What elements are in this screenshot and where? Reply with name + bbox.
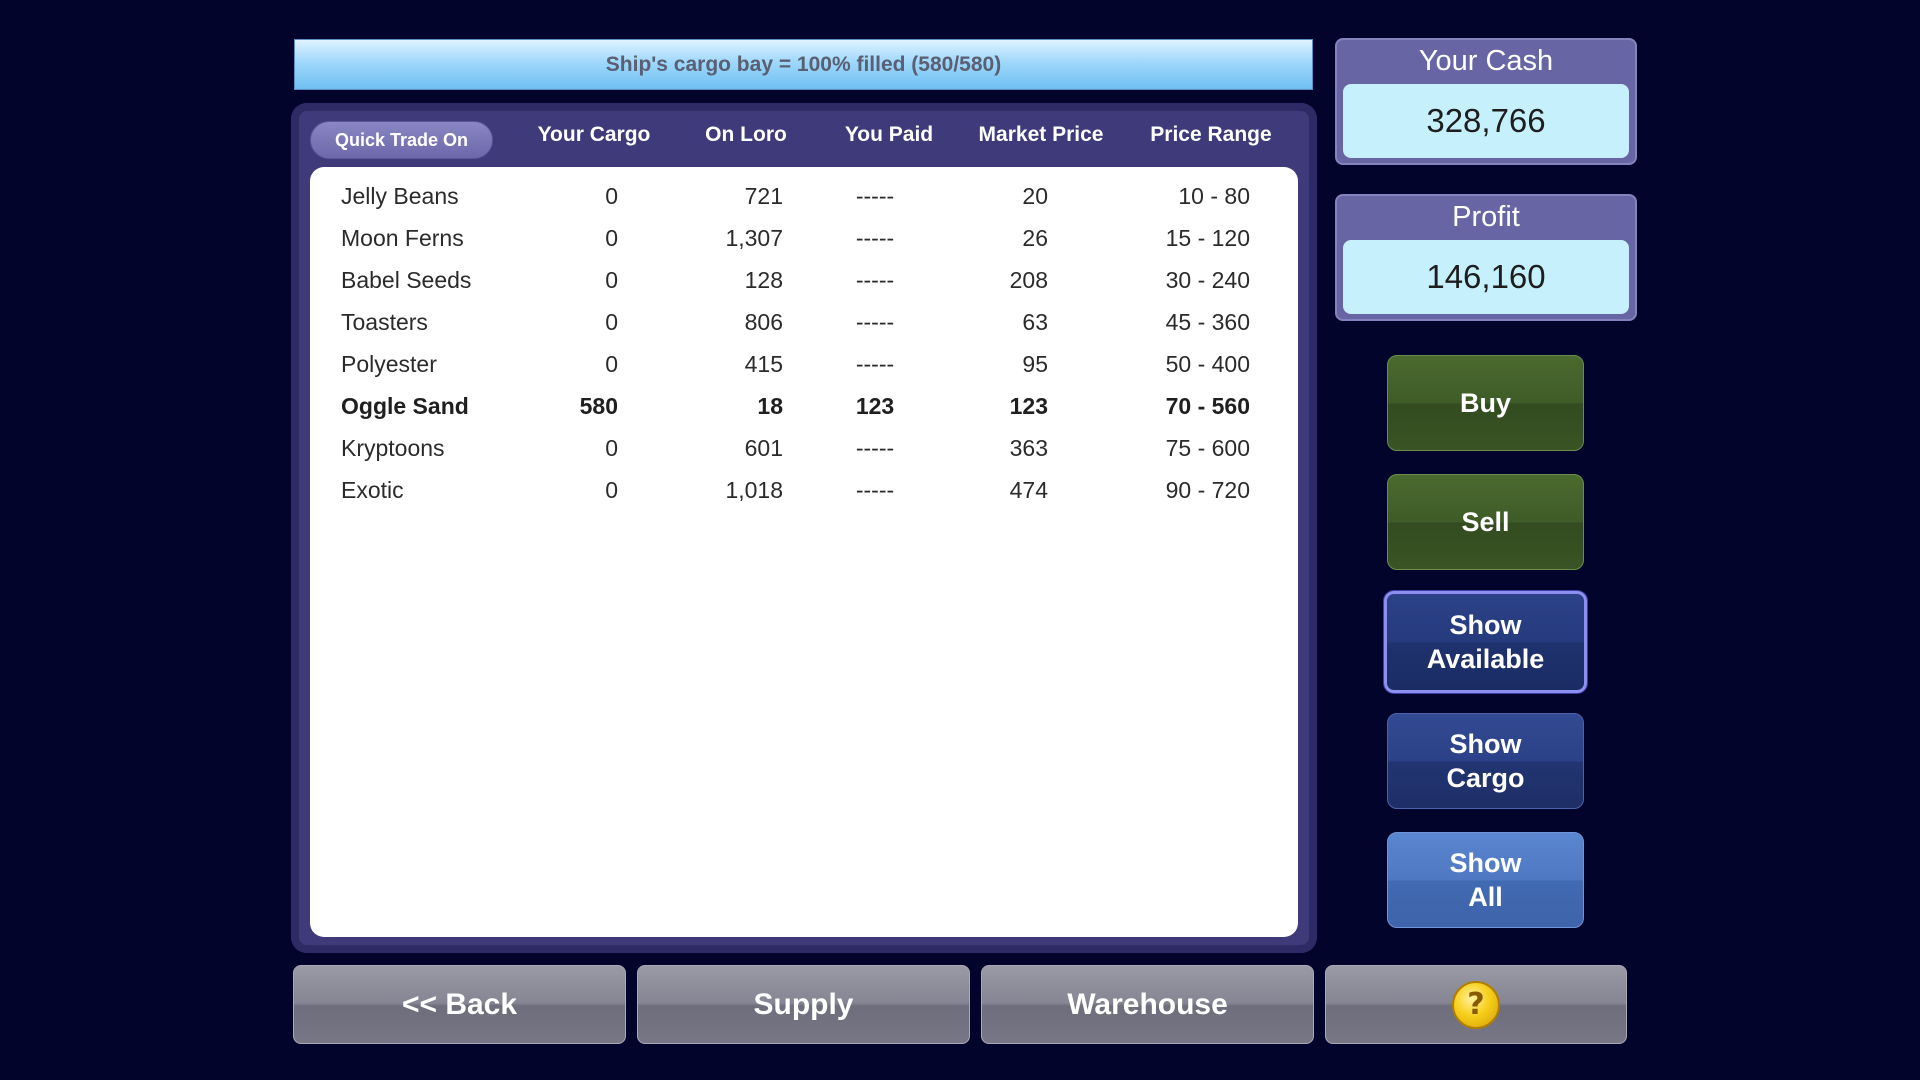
item-market-price: 26 — [1022, 225, 1048, 251]
item-you-paid: ----- — [855, 477, 895, 503]
item-name: Polyester — [341, 351, 437, 377]
table-body: Jelly Beans 0 721 ----- 20 10 - 80 Moon … — [310, 167, 1298, 937]
sell-label: Sell — [1461, 507, 1510, 537]
table-row-held-cargo[interactable]: Oggle Sand 580 18 123 123 70 - 560 — [310, 385, 1298, 427]
column-header-on-planet[interactable]: On Loro — [681, 123, 811, 147]
sell-button[interactable]: Sell — [1387, 474, 1584, 570]
item-your-cargo: 0 — [605, 435, 618, 461]
buy-label: Buy — [1459, 388, 1511, 418]
item-your-cargo: 0 — [605, 309, 618, 335]
cash-label: Your Cash — [1418, 44, 1554, 77]
item-on-planet: 415 — [744, 351, 783, 377]
item-price-range: 15 - 120 — [1165, 225, 1250, 251]
item-you-paid: ----- — [855, 309, 895, 335]
column-header-you-paid[interactable]: You Paid — [824, 123, 954, 147]
cash-panel: Your Cash 328,766 — [1335, 38, 1637, 165]
item-market-price: 363 — [1009, 435, 1048, 461]
warehouse-button[interactable]: Warehouse — [981, 965, 1314, 1044]
item-your-cargo: 0 — [605, 267, 618, 293]
back-label: << Back — [401, 987, 518, 1021]
trade-table: Quick Trade On Your Cargo On Loro You Pa… — [291, 103, 1317, 953]
show-available-button[interactable]: Show Available — [1384, 591, 1587, 693]
show-all-label-line2: All — [1468, 882, 1503, 912]
item-name: Oggle Sand — [341, 393, 469, 419]
show-all-button[interactable]: Show All — [1387, 832, 1584, 928]
question-mark-glyph: ? — [1467, 987, 1485, 1022]
item-market-price: 474 — [1009, 477, 1048, 503]
table-row[interactable]: Kryptoons 0 601 ----- 363 75 - 600 — [310, 427, 1298, 469]
item-on-planet: 1,307 — [725, 225, 783, 251]
item-price-range: 30 - 240 — [1165, 267, 1250, 293]
item-price-range: 10 - 80 — [1178, 183, 1250, 209]
show-all-label-line1: Show — [1449, 848, 1522, 878]
table-header: Quick Trade On Your Cargo On Loro You Pa… — [291, 103, 1317, 167]
help-button[interactable]: ? — [1325, 965, 1627, 1044]
table-row[interactable]: Babel Seeds 0 128 ----- 208 30 - 240 — [310, 259, 1298, 301]
item-your-cargo: 580 — [579, 393, 618, 419]
back-button[interactable]: << Back — [293, 965, 626, 1044]
quick-trade-toggle[interactable]: Quick Trade On — [310, 121, 493, 159]
column-header-price-range[interactable]: Price Range — [1131, 123, 1291, 147]
item-market-price: 20 — [1022, 183, 1048, 209]
item-name: Jelly Beans — [341, 183, 459, 209]
item-price-range: 45 - 360 — [1165, 309, 1250, 335]
table-row[interactable]: Moon Ferns 0 1,307 ----- 26 15 - 120 — [310, 217, 1298, 259]
item-on-planet: 18 — [757, 393, 783, 419]
item-on-planet: 806 — [744, 309, 783, 335]
item-on-planet: 1,018 — [725, 477, 783, 503]
buy-button[interactable]: Buy — [1387, 355, 1584, 451]
question-mark-icon: ? — [1452, 980, 1500, 1029]
item-your-cargo: 0 — [605, 183, 618, 209]
column-header-market-price[interactable]: Market Price — [961, 123, 1121, 147]
profit-label: Profit — [1452, 200, 1520, 233]
item-on-planet: 721 — [744, 183, 783, 209]
item-name: Exotic — [341, 477, 404, 503]
item-price-range: 70 - 560 — [1165, 393, 1250, 419]
item-on-planet: 601 — [744, 435, 783, 461]
show-cargo-label-line1: Show — [1449, 729, 1522, 759]
table-row[interactable]: Polyester 0 415 ----- 95 50 - 400 — [310, 343, 1298, 385]
cash-value: 328,766 — [1343, 84, 1629, 158]
item-price-range: 75 - 600 — [1165, 435, 1250, 461]
item-name: Toasters — [341, 309, 428, 335]
item-you-paid: ----- — [855, 225, 895, 251]
table-row[interactable]: Toasters 0 806 ----- 63 45 - 360 — [310, 301, 1298, 343]
item-market-price: 123 — [1009, 393, 1048, 419]
quick-trade-label: Quick Trade On — [334, 129, 469, 150]
show-available-label-line2: Available — [1426, 644, 1545, 674]
item-you-paid: ----- — [855, 267, 895, 293]
cargo-status-text: Ship's cargo bay = 100% filled (580/580) — [605, 52, 1002, 76]
item-market-price: 208 — [1009, 267, 1048, 293]
item-on-planet: 128 — [744, 267, 783, 293]
item-your-cargo: 0 — [605, 351, 618, 377]
table-row[interactable]: Exotic 0 1,018 ----- 474 90 - 720 — [310, 469, 1298, 511]
show-cargo-button[interactable]: Show Cargo — [1387, 713, 1584, 809]
table-row[interactable]: Jelly Beans 0 721 ----- 20 10 - 80 — [310, 175, 1298, 217]
show-available-label-line1: Show — [1449, 610, 1522, 640]
item-market-price: 63 — [1022, 309, 1048, 335]
profit-value: 146,160 — [1343, 240, 1629, 314]
show-cargo-label-line2: Cargo — [1446, 763, 1525, 793]
item-name: Moon Ferns — [341, 225, 464, 251]
column-header-your-cargo[interactable]: Your Cargo — [524, 123, 664, 147]
supply-label: Supply — [753, 987, 854, 1021]
item-you-paid: 123 — [855, 393, 895, 419]
item-name: Babel Seeds — [341, 267, 472, 293]
item-market-price: 95 — [1022, 351, 1048, 377]
item-price-range: 90 - 720 — [1165, 477, 1250, 503]
supply-button[interactable]: Supply — [637, 965, 970, 1044]
item-your-cargo: 0 — [605, 225, 618, 251]
cargo-status-bar: Ship's cargo bay = 100% filled (580/580) — [294, 39, 1313, 90]
item-name: Kryptoons — [341, 435, 445, 461]
profit-panel: Profit 146,160 — [1335, 194, 1637, 321]
item-you-paid: ----- — [855, 351, 895, 377]
item-your-cargo: 0 — [605, 477, 618, 503]
item-you-paid: ----- — [855, 435, 895, 461]
item-price-range: 50 - 400 — [1165, 351, 1250, 377]
item-you-paid: ----- — [855, 183, 895, 209]
warehouse-label: Warehouse — [1067, 987, 1228, 1021]
